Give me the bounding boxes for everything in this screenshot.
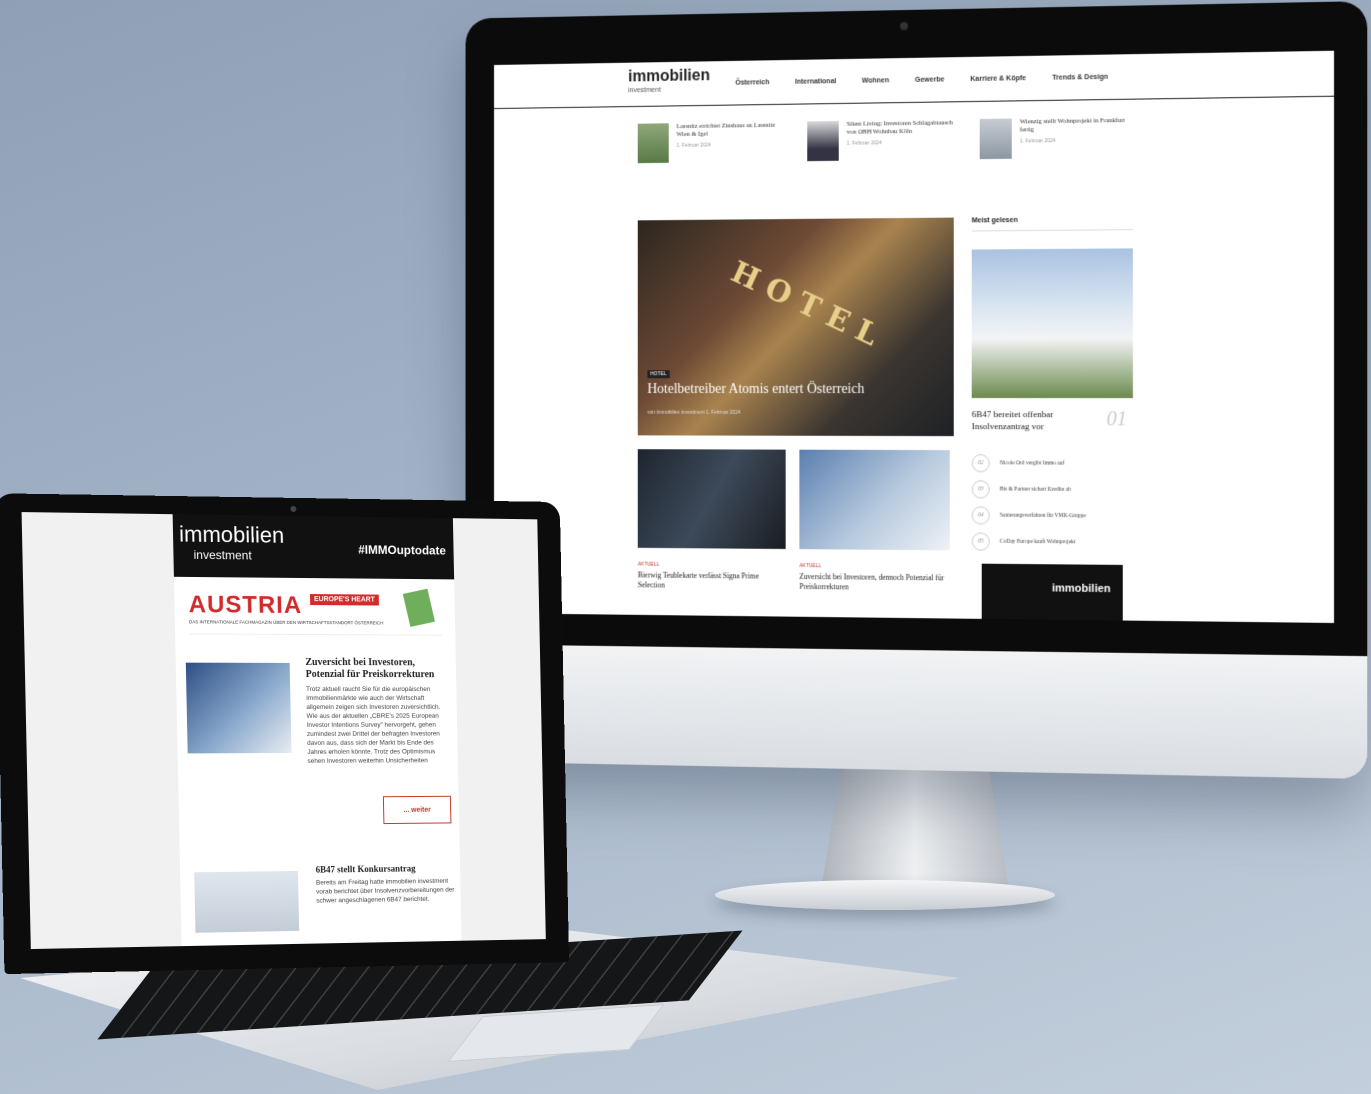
newsletter-article: Zuversicht bei Investoren, Potenzial für…: [185, 657, 452, 849]
list-item[interactable]: 04 Sanierungsverfahren für VMK-Gruppe: [971, 506, 1133, 525]
imac-stand-neck: [820, 760, 1010, 895]
article-title[interactable]: 6B47 stellt Konkursantrag: [316, 863, 416, 874]
article-card[interactable]: AKTUELL Bierwig Teublekarte verlässt Sig…: [637, 449, 786, 592]
camera-icon: [900, 21, 908, 31]
imac-chin: [465, 644, 1368, 779]
article-teaser: Trotz aktuell raucht Sie für die europäi…: [305, 685, 441, 765]
magazine-cover-icon: [402, 588, 435, 627]
ticker-title[interactable]: Wienzig stellt Wohnprojekt in Frankfurt …: [1020, 117, 1131, 135]
nav-item[interactable]: Trends & Design: [1052, 73, 1108, 81]
site-logo-text: immobilien: [628, 67, 710, 86]
list-item-title[interactable]: Nicole Ord vergibt Immo auf: [1000, 460, 1065, 466]
hero-category-tag[interactable]: HOTEL: [647, 370, 670, 379]
site-nav: immobilien investment Österreich Interna…: [494, 50, 1335, 110]
newsletter-logo-sub: investment: [193, 547, 252, 563]
article-title[interactable]: Zuversicht bei Investoren, Potenzial für…: [305, 657, 452, 681]
article-tag[interactable]: AKTUELL: [638, 562, 786, 569]
newsletter-hashtag: #IMMOuptodate: [358, 542, 446, 558]
most-read-sidebar: Meist gelesen 6B47 bereitet offenbar Ins…: [971, 216, 1133, 560]
rank-badge: 03: [971, 480, 990, 499]
article-title[interactable]: Bierwig Teublekarte verlässt Signa Prime…: [638, 570, 786, 591]
list-item[interactable]: 05 CoDay Europe kauft Wohnprojekt: [971, 532, 1133, 551]
site-logo-sub: investment: [628, 86, 661, 95]
newsletter: immobilien investment #IMMOuptodate AUST…: [172, 514, 462, 947]
ticker-date: 1. Februar 2024: [676, 142, 712, 149]
hero-article[interactable]: HOTEL HOTEL Hotelbetreiber Atomis entert…: [637, 217, 954, 437]
newsletter-article: 6B47 stellt Konkursantrag Bereits am Fre…: [190, 863, 454, 933]
ticker-date: 1. Februar 2024: [1019, 138, 1056, 145]
nav-menu: Österreich International Wohnen Gewerbe …: [735, 73, 1108, 86]
sidebar-heading: Meist gelesen: [971, 216, 1133, 232]
hero-meta: von immobilien investment 1. Februar 202…: [647, 409, 741, 416]
laptop-screen: immobilien investment #IMMOuptodate AUST…: [21, 512, 546, 950]
ticker-item[interactable]: Wienzig stellt Wohnprojekt in Frankfurt …: [979, 117, 1131, 160]
most-read-rank: 01: [1106, 408, 1127, 431]
ticker-title[interactable]: Silent Living: Investoren Schlagabtausch…: [847, 119, 956, 136]
ticker-date: 1. Februar 2024: [846, 140, 882, 147]
most-read-list: 02 Nicole Ord vergibt Immo auf 03 Bis & Pa…: [971, 454, 1133, 552]
imac-screen: immobilien investment Österreich Interna…: [494, 50, 1335, 623]
article-card[interactable]: AKTUELL Zuversicht bei Investoren, denno…: [799, 449, 950, 594]
nav-item[interactable]: Gewerbe: [915, 76, 944, 83]
banner-badge: EUROPE'S HEART: [309, 594, 379, 606]
list-item-title[interactable]: CoDay Europe kauft Wohnprojekt: [1000, 539, 1076, 546]
list-item-title[interactable]: Sanierungsverfahren für VMK-Gruppe: [1000, 513, 1086, 520]
article-image[interactable]: [799, 449, 950, 551]
read-more-button[interactable]: ... weiter: [382, 795, 452, 825]
banner-subtitle: DAS INTERNATIONALE FACHMAGAZIN ÜBER DEN …: [188, 619, 384, 626]
ad-logo-text: immobilien: [1051, 582, 1111, 596]
hero-image-sign: HOTEL: [725, 254, 893, 358]
list-item[interactable]: 03 Bis & Partner sichert Kredite ab: [971, 480, 1133, 499]
hero-title[interactable]: Hotelbetreiber Atomis entert Österreich: [647, 382, 864, 398]
article-tag[interactable]: AKTUELL: [799, 563, 949, 570]
newsletter-header: immobilien investment #IMMOuptodate: [172, 514, 455, 580]
banner-title: AUSTRIA: [188, 591, 303, 619]
site-logo[interactable]: immobilien investment: [628, 67, 710, 98]
rank-badge: 02: [971, 454, 990, 473]
article-image[interactable]: [185, 662, 292, 754]
nav-item[interactable]: Österreich: [735, 79, 769, 86]
ticker-thumbnail: [637, 123, 669, 164]
imac-body: immobilien investment Österreich Interna…: [465, 1, 1368, 779]
ticker-thumbnail: [979, 118, 1012, 160]
list-item[interactable]: 02 Nicole Ord vergibt Immo auf: [971, 454, 1133, 473]
ticker-title[interactable]: Lassnitz errichtet Zinshaus an Lassnitz …: [676, 122, 783, 139]
news-ticker: Lassnitz errichtet Zinshaus an Lassnitz …: [637, 117, 1131, 164]
ticker-thumbnail: [807, 120, 839, 162]
article-image[interactable]: [194, 870, 300, 933]
most-read-image[interactable]: [971, 248, 1133, 399]
rank-badge: 05: [971, 532, 990, 551]
imac-stand-foot: [715, 880, 1055, 910]
austria-banner[interactable]: AUSTRIA EUROPE'S HEART DAS INTERNATIONAL…: [188, 588, 442, 636]
rank-badge: 04: [971, 506, 990, 525]
list-item-title[interactable]: Bis & Partner sichert Kredite ab: [1000, 486, 1071, 492]
camera-icon: [290, 505, 297, 512]
laptop-lid: immobilien investment #IMMOuptodate AUST…: [0, 493, 570, 975]
newsletter-logo[interactable]: immobilien investment: [179, 521, 285, 565]
nav-item[interactable]: Karriere & Köpfe: [970, 75, 1026, 83]
ticker-item[interactable]: Silent Living: Investoren Schlagabtausch…: [807, 119, 956, 162]
imac-bezel: immobilien investment Österreich Interna…: [465, 1, 1368, 657]
nav-item[interactable]: International: [795, 78, 836, 86]
nav-item[interactable]: Wohnen: [862, 77, 889, 84]
most-read-title[interactable]: 6B47 bereitet offenbar Insolvenzantrag v…: [972, 408, 1093, 432]
sidebar-ad[interactable]: immobilien: [981, 563, 1123, 621]
article-title[interactable]: Zuversicht bei Investoren, dennoch Poten…: [799, 572, 949, 593]
article-teaser: Bereits am Freitag hatte immobilien inve…: [315, 877, 455, 905]
ticker-item[interactable]: Lassnitz errichtet Zinshaus an Lassnitz …: [637, 122, 784, 164]
article-image[interactable]: [637, 449, 786, 550]
